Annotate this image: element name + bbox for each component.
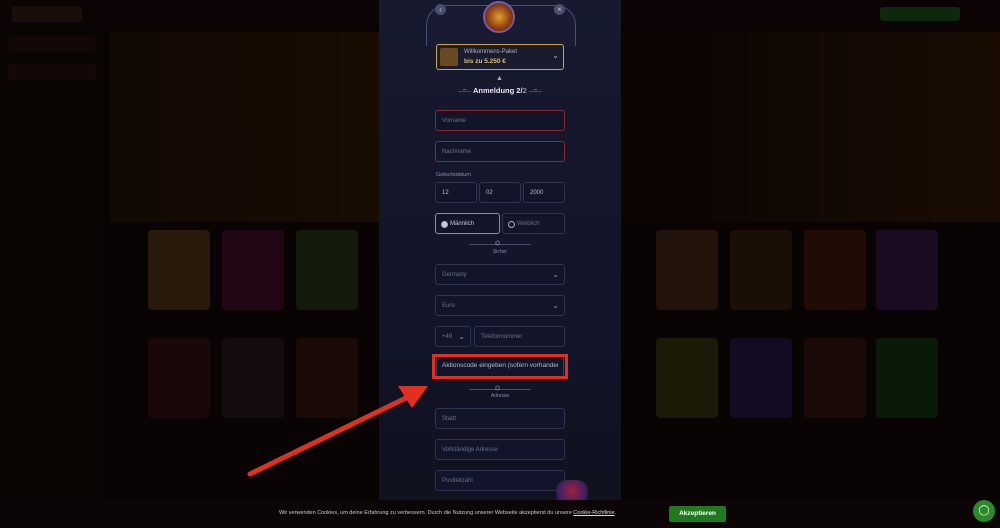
accept-cookies-button[interactable]: Akzeptieren — [669, 506, 726, 522]
chat-icon[interactable]: ◯ — [973, 500, 995, 522]
annotation-arrow — [247, 386, 428, 477]
cookie-text: Wir verwenden Cookies, um deine Erfahrun… — [279, 510, 616, 516]
cookie-policy-link[interactable]: Cookie-Richtlinie — [573, 510, 614, 516]
arrow-shaft — [247, 393, 413, 477]
cookie-message: Wir verwenden Cookies, um deine Erfahrun… — [279, 510, 617, 516]
